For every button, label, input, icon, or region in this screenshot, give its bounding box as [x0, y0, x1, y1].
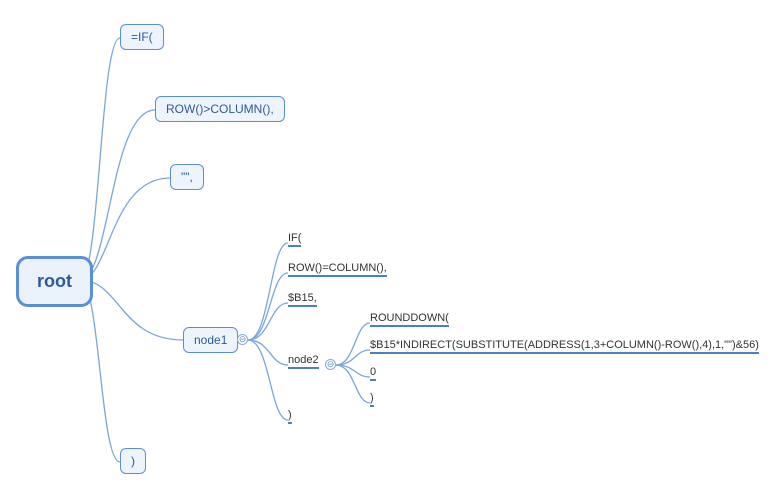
leaf-zero[interactable]: 0	[370, 366, 376, 381]
leaf-text: IF(	[288, 232, 301, 244]
mindmap-canvas: root =IF( ROW()>COLUMN(), "", node1 ) ⊖ …	[0, 0, 783, 501]
leaf-text: node2	[288, 354, 319, 366]
node-text: node1	[194, 333, 227, 347]
leaf-text: $B15*INDIRECT(SUBSTITUTE(ADDRESS(1,3+COL…	[370, 339, 759, 351]
leaf-b15[interactable]: $B15,	[288, 292, 317, 307]
node-close-paren-outer[interactable]: )	[120, 448, 146, 474]
node-text: )	[131, 454, 135, 468]
leaf-text: )	[370, 392, 374, 404]
leaf-close-paren-node2[interactable]: )	[370, 392, 374, 407]
connectors-svg	[0, 0, 783, 501]
leaf-text: )	[288, 409, 292, 421]
collapse-toggle-node1[interactable]: ⊖	[237, 334, 248, 345]
toggle-icon: ⊖	[327, 360, 335, 369]
toggle-icon: ⊖	[239, 335, 247, 344]
leaf-if-open[interactable]: IF(	[288, 232, 301, 247]
leaf-indirect-expr[interactable]: $B15*INDIRECT(SUBSTITUTE(ADDRESS(1,3+COL…	[370, 339, 759, 354]
node-node1[interactable]: node1	[183, 327, 238, 353]
node-text: "",	[181, 170, 193, 184]
node-text: =IF(	[131, 30, 153, 44]
leaf-text: $B15,	[288, 292, 317, 304]
node-text: ROW()>COLUMN(),	[166, 102, 274, 116]
leaf-row-eq-column[interactable]: ROW()=COLUMN(),	[288, 262, 387, 277]
root-label: root	[37, 271, 72, 291]
node-row-gt-column[interactable]: ROW()>COLUMN(),	[155, 96, 285, 122]
leaf-close-paren-node1[interactable]: )	[288, 409, 292, 424]
collapse-toggle-node2[interactable]: ⊖	[325, 359, 336, 370]
leaf-text: ROUNDDOWN(	[370, 312, 449, 324]
node-if-open[interactable]: =IF(	[120, 24, 164, 50]
leaf-text: ROW()=COLUMN(),	[288, 262, 387, 274]
leaf-text: 0	[370, 366, 376, 378]
leaf-rounddown-open[interactable]: ROUNDDOWN(	[370, 312, 449, 327]
leaf-node2[interactable]: node2	[288, 354, 319, 369]
root-node[interactable]: root	[16, 256, 93, 307]
node-empty-string[interactable]: "",	[170, 164, 204, 190]
